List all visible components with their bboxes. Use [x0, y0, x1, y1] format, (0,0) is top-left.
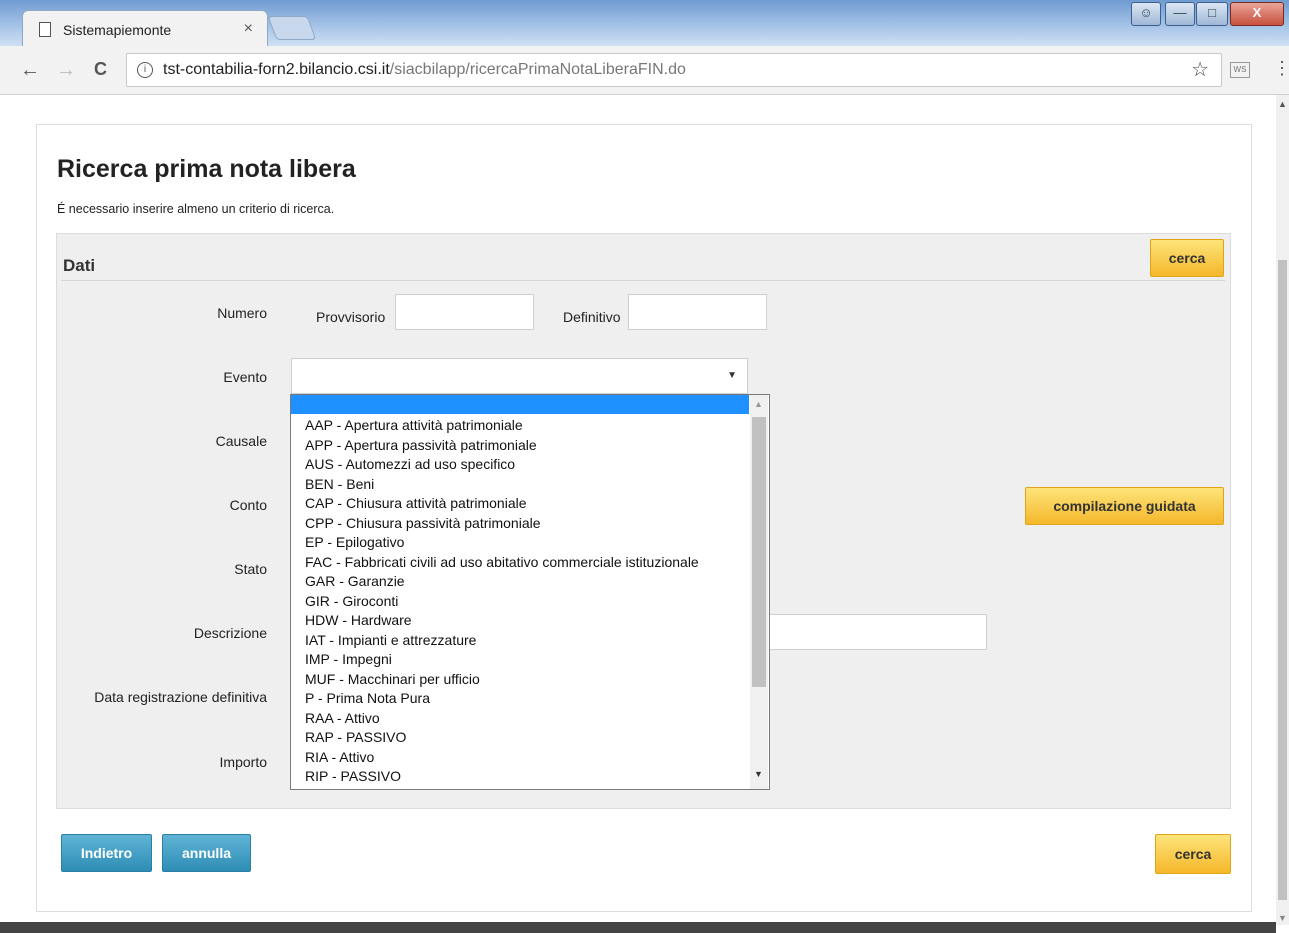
dropdown-option[interactable]: HDW - Hardware: [305, 611, 699, 631]
document-icon: [39, 22, 51, 37]
page-title: Ricerca prima nota libera: [57, 155, 356, 183]
numero-label: Numero: [217, 305, 267, 321]
browser-toolbar: ← → C i tst-contabilia-forn2.bilancio.cs…: [0, 46, 1289, 95]
minimize-button[interactable]: —: [1165, 2, 1195, 26]
dropdown-option[interactable]: FAC - Fabbricati civili ad uso abitativo…: [305, 553, 699, 573]
evento-dropdown-list[interactable]: AAP - Apertura attività patrimoniale APP…: [290, 394, 770, 790]
bookmark-star-icon[interactable]: ☆: [1191, 57, 1209, 82]
search-button-top[interactable]: cerca: [1150, 239, 1224, 277]
reload-icon[interactable]: C: [94, 59, 107, 80]
maximize-button[interactable]: □: [1196, 2, 1228, 26]
dropdown-arrow-icon[interactable]: ▼: [727, 370, 737, 381]
descrizione-label: Descrizione: [193, 625, 267, 641]
user-icon[interactable]: ☺: [1131, 2, 1161, 26]
guided-compilation-button[interactable]: compilazione guidata: [1025, 487, 1224, 525]
scroll-down-icon[interactable]: ▼: [1278, 913, 1287, 923]
dropdown-option[interactable]: APP - Apertura passività patrimoniale: [305, 436, 699, 456]
conto-label: Conto: [229, 497, 267, 513]
url-text: tst-contabilia-forn2.bilancio.csi.it/sia…: [163, 61, 686, 79]
tab-close-icon[interactable]: ×: [244, 20, 253, 38]
provvisorio-label: Provvisorio: [316, 309, 386, 325]
descrizione-input[interactable]: [747, 614, 987, 650]
dropdown-option[interactable]: GIR - Giroconti: [305, 592, 699, 612]
dropdown-option[interactable]: GAR - Garanzie: [305, 572, 699, 592]
dropdown-option[interactable]: RAA - Attivo: [305, 709, 699, 729]
dropdown-option[interactable]: RIP - PASSIVO: [305, 767, 699, 787]
provvisorio-input[interactable]: [395, 294, 534, 330]
extension-icon[interactable]: WS: [1230, 62, 1250, 78]
info-icon[interactable]: i: [137, 62, 153, 78]
url-host: tst-contabilia-forn2.bilancio.csi.it: [163, 61, 390, 78]
dropdown-option[interactable]: CPP - Chiusura passività patrimoniale: [305, 514, 699, 534]
dropdown-option[interactable]: BEN - Beni: [305, 475, 699, 495]
browser-titlebar: Sistemapiemonte × ☺ — □ X: [0, 0, 1289, 47]
address-bar[interactable]: i tst-contabilia-forn2.bilancio.csi.it/s…: [126, 53, 1222, 87]
search-button-bottom[interactable]: cerca: [1155, 834, 1231, 874]
scroll-up-icon[interactable]: ▲: [1278, 99, 1287, 109]
dropdown-options: AAP - Apertura attività patrimoniale APP…: [305, 416, 699, 787]
dropdown-option[interactable]: AUS - Automezzi ad uso specifico: [305, 455, 699, 475]
definitivo-input[interactable]: [628, 294, 767, 330]
dropdown-scroll-up-icon[interactable]: ▲: [754, 399, 763, 409]
evento-select[interactable]: ▼: [291, 358, 748, 394]
scrollbar-thumb[interactable]: [1278, 260, 1287, 900]
back-arrow-icon[interactable]: ←: [20, 59, 40, 82]
page-subtitle: É necessario inserire almeno un criterio…: [57, 202, 335, 216]
dropdown-highlighted-empty-option[interactable]: [291, 395, 749, 414]
back-button[interactable]: Indietro: [61, 834, 152, 872]
definitivo-label: Definitivo: [563, 309, 621, 325]
dropdown-option[interactable]: CAP - Chiusura attività patrimoniale: [305, 494, 699, 514]
dropdown-option[interactable]: AAP - Apertura attività patrimoniale: [305, 416, 699, 436]
dropdown-option[interactable]: IMP - Impegni: [305, 650, 699, 670]
dropdown-option[interactable]: MUF - Macchinari per ufficio: [305, 670, 699, 690]
url-path: /siacbilapp/ricercaPrimaNotaLiberaFIN.do: [389, 61, 686, 78]
dropdown-scrollbar-thumb[interactable]: [752, 417, 766, 687]
causale-label: Causale: [215, 433, 267, 449]
forward-arrow-icon[interactable]: →: [56, 59, 76, 82]
dropdown-option[interactable]: IAT - Impianti e attrezzature: [305, 631, 699, 651]
dropdown-scroll-down-icon[interactable]: ▼: [754, 769, 763, 779]
dropdown-option[interactable]: P - Prima Nota Pura: [305, 689, 699, 709]
close-window-button[interactable]: X: [1230, 2, 1284, 26]
browser-tab[interactable]: Sistemapiemonte ×: [22, 10, 268, 47]
data-registrazione-label: Data registrazione definitiva: [94, 689, 267, 705]
stato-label: Stato: [234, 561, 267, 577]
dropdown-option[interactable]: RIA - Attivo: [305, 748, 699, 768]
new-tab-button[interactable]: [267, 16, 317, 40]
panel-title: Dati: [63, 256, 96, 275]
tab-title: Sistemapiemonte: [63, 22, 172, 38]
browser-menu-icon[interactable]: ⋮: [1273, 58, 1289, 79]
page-scrollbar[interactable]: ▲ ▼: [1276, 95, 1289, 925]
dropdown-option[interactable]: EP - Epilogativo: [305, 533, 699, 553]
panel-divider: [61, 280, 1225, 281]
importo-label: Importo: [219, 754, 267, 770]
dropdown-scrollbar[interactable]: ▲ ▼: [750, 395, 768, 789]
dropdown-option[interactable]: RAP - PASSIVO: [305, 728, 699, 748]
evento-label: Evento: [223, 369, 267, 385]
cancel-button[interactable]: annulla: [162, 834, 251, 872]
bottom-bar: [0, 922, 1276, 933]
